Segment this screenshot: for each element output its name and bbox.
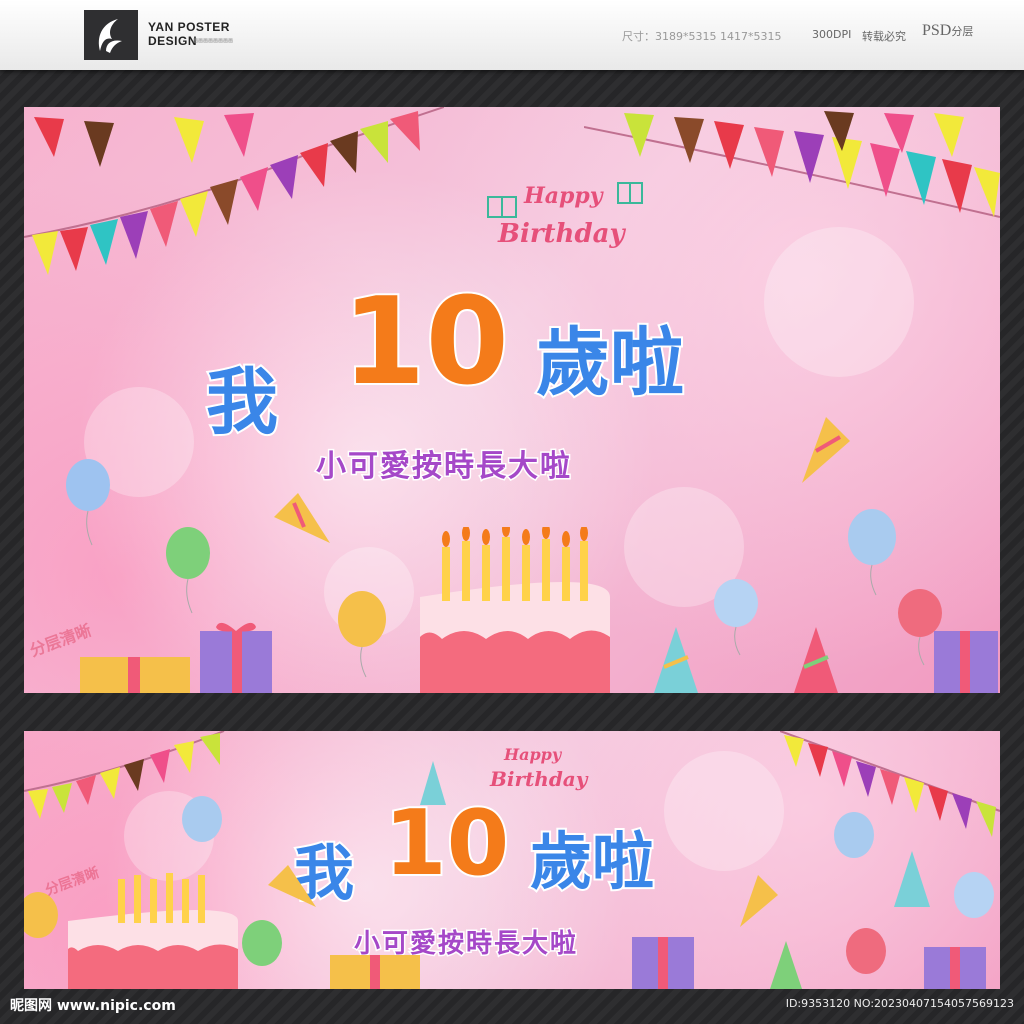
party-popper-icon	[740, 875, 778, 927]
balloon-icon	[338, 591, 386, 678]
balloon-icon	[954, 872, 994, 918]
balloon-icon	[66, 459, 110, 546]
balloon-icon	[24, 892, 58, 938]
poster-large: Happy Birthday 我 10 歲啦 小可愛按時長大啦 分层清晰	[24, 107, 1000, 693]
gift-icon	[487, 196, 517, 218]
poster-wide: Happy Birthday 我 10 歲啦 小可愛按時長大啦 分层清晰	[24, 731, 1000, 989]
id-footer: ID:9353120 NO:20230407154057569123	[785, 997, 1014, 1010]
title-part2: 歲啦	[528, 823, 656, 900]
gift-icon	[924, 947, 986, 989]
balloon-icon	[834, 812, 874, 858]
greeting-happy: Happy	[504, 745, 562, 764]
greeting-happy: Happy	[524, 183, 603, 209]
title-part1: 我	[204, 358, 280, 446]
brand-sub: 画画画画画画画画	[193, 38, 234, 44]
greeting-birthday: Birthday	[498, 219, 625, 249]
gift-icon	[632, 937, 694, 989]
party-hat-icon	[770, 941, 802, 989]
greeting-birthday: Birthday	[490, 767, 588, 791]
yan-logo-icon	[84, 10, 138, 60]
balloon-icon	[714, 579, 758, 656]
subtitle: 小可愛按時長大啦	[315, 448, 572, 486]
size-text: 尺寸：3189*5315 1417*5315	[622, 30, 782, 43]
bunting-flag-icon	[24, 107, 444, 275]
balloon-icon	[182, 796, 222, 842]
balloon-icon	[848, 509, 896, 596]
title-part2: 歲啦	[534, 318, 686, 408]
balloon-icon	[166, 527, 210, 614]
party-hat-icon	[794, 627, 838, 693]
title-number: 10	[340, 271, 511, 414]
gift-icon	[934, 631, 998, 693]
party-hat-icon	[654, 627, 698, 693]
copyright-text: 转载必究	[862, 30, 906, 43]
dpi-text: 300DPI	[812, 28, 852, 41]
psd-text: PSD分层	[922, 22, 974, 39]
brand-line1: YAN POSTER	[148, 20, 230, 34]
gift-icon	[200, 622, 272, 693]
balloon-icon	[846, 928, 886, 974]
party-popper-icon	[802, 417, 850, 483]
party-hat-icon	[894, 851, 930, 907]
site-footer: 昵图网 www.nipic.com	[10, 998, 176, 1014]
balloon-icon	[242, 920, 282, 966]
party-hat-icon	[420, 761, 446, 805]
gift-icon	[80, 657, 190, 693]
party-popper-icon	[268, 865, 316, 907]
bunting-flag-icon	[780, 731, 1000, 837]
brand-line2: DESIGN	[148, 34, 198, 48]
gift-icon	[617, 182, 643, 204]
party-popper-icon	[274, 493, 330, 543]
cake-icon	[68, 873, 238, 989]
title-number: 10	[382, 789, 511, 898]
header-bar: YAN POSTER DESIGN 画画画画画画画画 尺寸：3189*5315 …	[0, 0, 1024, 70]
gift-icon	[330, 955, 420, 989]
cake-icon	[420, 527, 610, 693]
